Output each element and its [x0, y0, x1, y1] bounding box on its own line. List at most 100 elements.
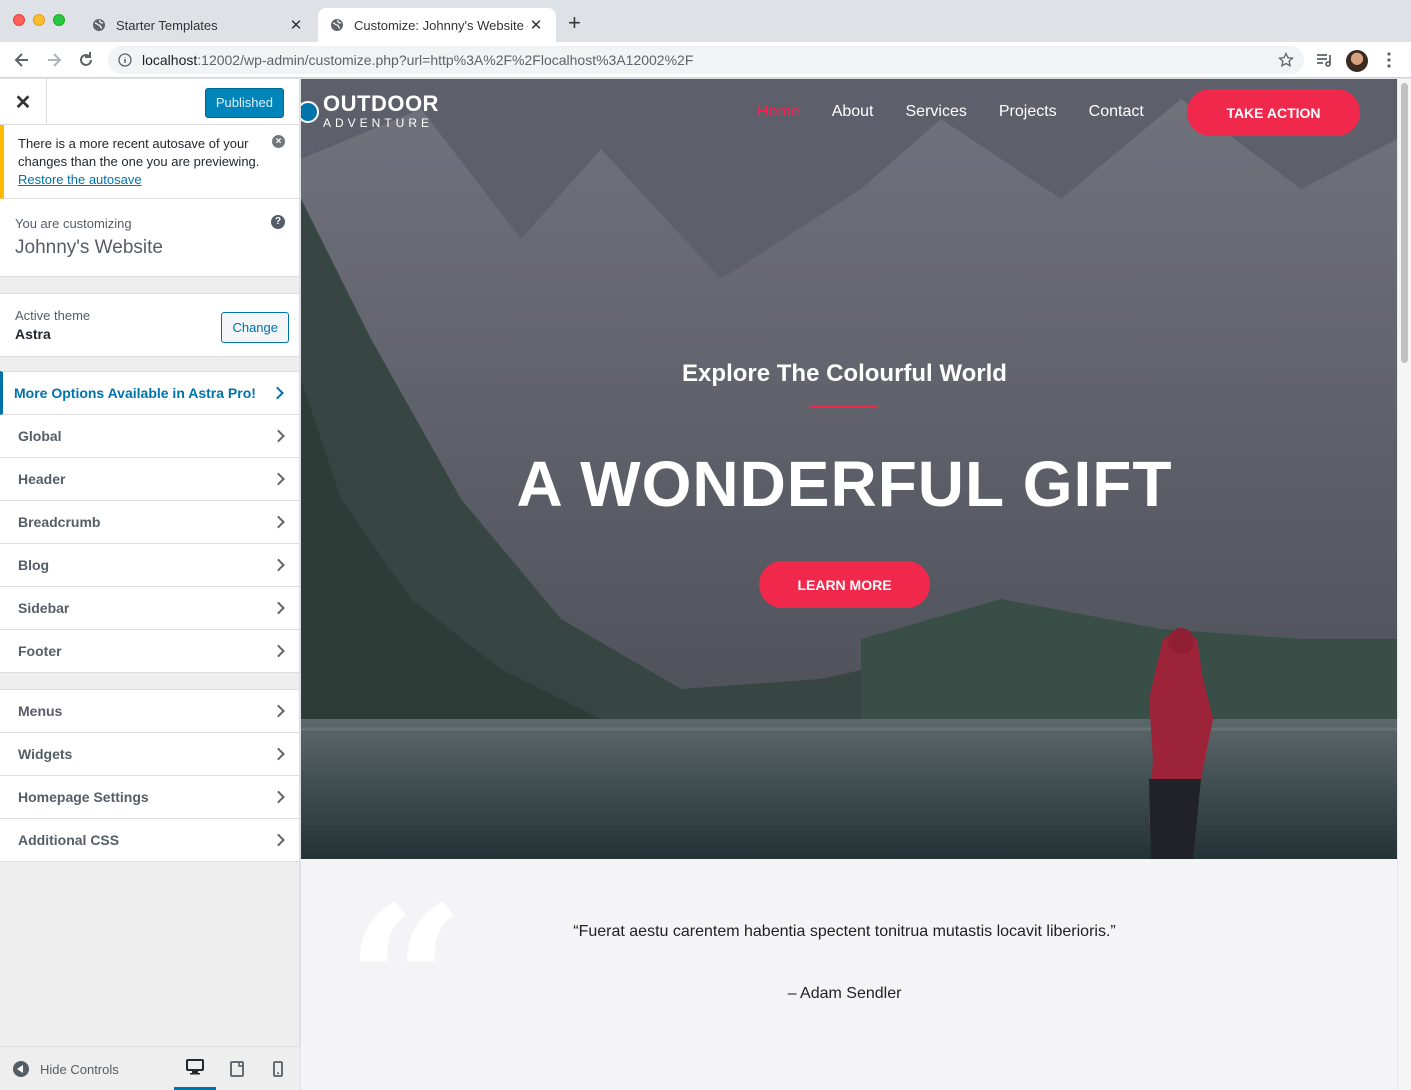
take-action-button[interactable]: TAKE ACTION: [1187, 89, 1360, 136]
section-menus[interactable]: Menus: [0, 690, 299, 733]
notice-text: There is a more recent autosave of your …: [18, 136, 260, 169]
back-arrow-icon[interactable]: [12, 50, 32, 70]
site-logo[interactable]: OUTDOOR ADVENTURE: [301, 93, 439, 131]
publish-button[interactable]: Published: [204, 88, 284, 118]
nav-about[interactable]: About: [832, 103, 874, 121]
hero-title: A WONDERFUL GIFT: [516, 448, 1173, 520]
section-blog[interactable]: Blog: [0, 544, 299, 587]
close-customizer-icon[interactable]: ✕: [0, 79, 47, 125]
desktop-icon: [186, 1059, 204, 1075]
chevron-right-icon: [272, 472, 285, 486]
chevron-right-icon: [271, 386, 284, 400]
section-label: Header: [18, 471, 66, 487]
customizer-header: ✕ Published: [0, 79, 299, 125]
section-additional-css[interactable]: Additional CSS: [0, 819, 299, 862]
dismiss-notice-icon[interactable]: ×: [272, 135, 285, 148]
preview-scrollbar[interactable]: [1397, 79, 1411, 1090]
preview-desktop-button[interactable]: [174, 1047, 216, 1090]
tab-title: Customize: Johnny's Website –: [354, 17, 528, 33]
chevron-right-icon: [272, 833, 285, 847]
close-window-button[interactable]: [13, 14, 25, 26]
chevron-right-icon: [272, 644, 285, 658]
chevron-right-icon: [272, 515, 285, 529]
help-icon[interactable]: ?: [271, 215, 285, 229]
globe-icon: [331, 19, 343, 31]
section-widgets[interactable]: Widgets: [0, 733, 299, 776]
nav-contact[interactable]: Contact: [1089, 103, 1144, 121]
chevron-right-icon: [272, 601, 285, 615]
chevron-right-icon: [272, 790, 285, 804]
globe-icon: [93, 19, 105, 31]
quote-mark-icon: “: [345, 860, 466, 1090]
section-label: Additional CSS: [18, 832, 120, 848]
customizer-panel: ✕ Published There is a more recent autos…: [0, 79, 300, 1090]
tab-close-icon[interactable]: ✕: [528, 16, 544, 34]
chevron-right-icon: [272, 704, 285, 718]
chevron-right-icon: [272, 558, 285, 572]
learn-more-button[interactable]: LEARN MORE: [759, 561, 930, 608]
minimize-window-button[interactable]: [33, 14, 45, 26]
chevron-right-icon: [272, 747, 285, 761]
section-label: Sidebar: [18, 600, 70, 616]
scrollbar-thumb[interactable]: [1401, 83, 1408, 363]
section-header[interactable]: Header: [0, 458, 299, 501]
astra-pro-label: More Options Available in Astra Pro!: [14, 385, 256, 401]
nav-services[interactable]: Services: [906, 103, 967, 121]
change-theme-button[interactable]: Change: [221, 312, 289, 343]
hero-subtitle: Explore The Colourful World: [682, 360, 1007, 387]
edit-pencil-icon[interactable]: [301, 101, 319, 123]
section-list: Global Header Breadcrumb Blog Sidebar Fo…: [0, 415, 299, 673]
restore-autosave-link[interactable]: Restore the autosave: [18, 172, 142, 187]
info-icon[interactable]: [118, 53, 132, 67]
autosave-notice: There is a more recent autosave of your …: [0, 125, 299, 199]
tab-close-icon[interactable]: ✕: [288, 16, 304, 34]
customizing-label: You are customizing: [15, 216, 132, 231]
section-global[interactable]: Global: [0, 415, 299, 458]
tab-customize[interactable]: Customize: Johnny's Website – ✕: [318, 8, 556, 42]
preview-tablet-button[interactable]: [216, 1047, 258, 1090]
tab-title: Starter Templates: [116, 17, 218, 33]
nav-home[interactable]: Home: [757, 103, 800, 121]
preview-mobile-button[interactable]: [257, 1047, 299, 1090]
address-bar[interactable]: localhost:12002/wp-admin/customize.php?u…: [108, 46, 1304, 74]
section-label: Widgets: [18, 746, 73, 762]
section-label: Homepage Settings: [18, 789, 149, 805]
astra-pro-section[interactable]: More Options Available in Astra Pro!: [0, 371, 299, 415]
mobile-icon: [273, 1061, 283, 1077]
hero-section: OUTDOOR ADVENTURE Home About Services Pr…: [301, 79, 1397, 859]
bookmark-star-icon[interactable]: [1278, 52, 1294, 68]
logo-sub-text: ADVENTURE: [323, 116, 434, 130]
new-tab-icon[interactable]: +: [568, 12, 581, 34]
browser-toolbar: localhost:12002/wp-admin/customize.php?u…: [0, 42, 1411, 78]
profile-avatar[interactable]: [1346, 50, 1368, 72]
customizing-info: You are customizing Johnny's Website ?: [0, 199, 299, 277]
hide-controls-button[interactable]: Hide Controls: [40, 1062, 119, 1077]
chevron-right-icon: [272, 429, 285, 443]
section-label: Menus: [18, 703, 63, 719]
tab-starter-templates[interactable]: Starter Templates ✕: [80, 8, 316, 42]
browser-tab-bar: Starter Templates ✕ Customize: Johnny's …: [0, 0, 1411, 42]
zoom-window-button[interactable]: [53, 14, 65, 26]
section-label: Footer: [18, 643, 62, 659]
section-breadcrumb[interactable]: Breadcrumb: [0, 501, 299, 544]
site-preview: OUTDOOR ADVENTURE Home About Services Pr…: [301, 79, 1411, 1090]
section-label: Blog: [18, 557, 50, 573]
active-theme-section: Active theme Astra Change: [0, 293, 299, 357]
section-sidebar[interactable]: Sidebar: [0, 587, 299, 630]
media-control-icon[interactable]: [1316, 52, 1334, 68]
site-navigation: Home About Services Projects Contact: [757, 103, 1176, 121]
logo-main-text: OUTDOOR: [323, 91, 439, 116]
more-options-icon[interactable]: [1384, 52, 1394, 68]
forward-arrow-icon[interactable]: [44, 50, 64, 70]
reload-icon[interactable]: [76, 50, 96, 70]
section-label: Global: [18, 428, 62, 444]
customizer-footer: Hide Controls: [0, 1046, 300, 1090]
tablet-icon: [230, 1061, 244, 1077]
collapse-arrow-icon[interactable]: [13, 1061, 29, 1077]
site-name: Johnny's Website: [15, 237, 163, 258]
testimonial-quote: “Fuerat aestu carentem habentia spectent…: [573, 923, 1116, 940]
section-footer[interactable]: Footer: [0, 630, 299, 673]
testimonial-author: – Adam Sendler: [787, 985, 902, 1002]
nav-projects[interactable]: Projects: [999, 103, 1057, 121]
section-homepage-settings[interactable]: Homepage Settings: [0, 776, 299, 819]
